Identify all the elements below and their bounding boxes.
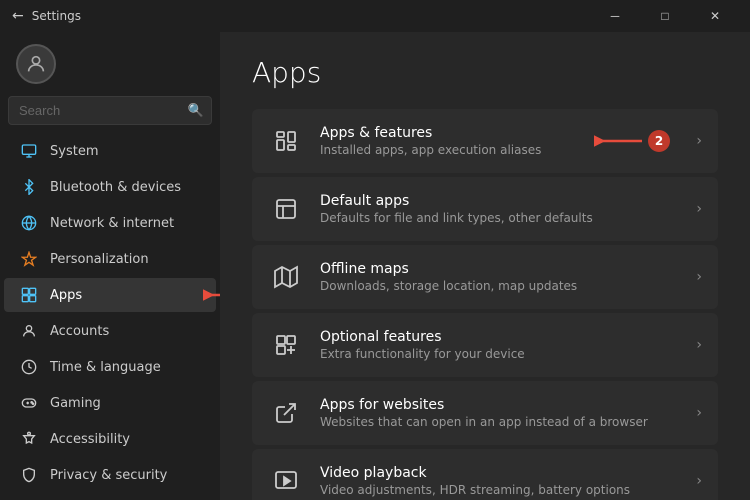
minimize-button[interactable]: ─ <box>592 0 638 32</box>
main-layout: 🔍 System Bluetooth & devices <box>0 32 750 500</box>
sidebar-item-bluetooth-label: Bluetooth & devices <box>50 180 181 195</box>
settings-item-offline-maps[interactable]: Offline maps Downloads, storage location… <box>252 245 718 309</box>
back-icon[interactable]: ← <box>12 8 24 24</box>
apps-features-title: Apps & features <box>320 125 696 141</box>
settings-list: Apps & features Installed apps, app exec… <box>252 109 718 500</box>
sidebar-item-system[interactable]: System <box>4 134 216 168</box>
video-playback-text: Video playback Video adjustments, HDR st… <box>320 465 696 497</box>
apps-features-text: Apps & features Installed apps, app exec… <box>320 125 696 157</box>
sidebar-item-system-label: System <box>50 144 98 159</box>
bluetooth-icon <box>20 178 38 196</box>
sidebar-item-accessibility[interactable]: Accessibility <box>4 422 216 456</box>
sidebar-item-personalization-label: Personalization <box>50 252 149 267</box>
video-playback-icon <box>268 463 304 499</box>
default-apps-desc: Defaults for file and link types, other … <box>320 211 696 225</box>
settings-item-apps-features[interactable]: Apps & features Installed apps, app exec… <box>252 109 718 173</box>
titlebar-controls: ─ □ ✕ <box>592 0 738 32</box>
titlebar: ← Settings ─ □ ✕ <box>0 0 750 32</box>
gaming-icon <box>20 394 38 412</box>
sidebar-item-accounts[interactable]: Accounts <box>4 314 216 348</box>
apps-websites-chevron: › <box>696 405 702 421</box>
default-apps-text: Default apps Defaults for file and link … <box>320 193 696 225</box>
apps-websites-icon <box>268 395 304 431</box>
network-icon <box>20 214 38 232</box>
search-input[interactable] <box>8 96 212 125</box>
system-icon <box>20 142 38 160</box>
settings-item-optional-features[interactable]: Optional features Extra functionality fo… <box>252 313 718 377</box>
apps-websites-title: Apps for websites <box>320 397 696 413</box>
default-apps-title: Default apps <box>320 193 696 209</box>
sidebar-item-time-label: Time & language <box>50 360 161 375</box>
sidebar-item-gaming-label: Gaming <box>50 396 101 411</box>
content-area: Apps Apps & features Instal <box>220 32 750 500</box>
settings-item-apps-websites[interactable]: Apps for websites Websites that can open… <box>252 381 718 445</box>
optional-features-chevron: › <box>696 337 702 353</box>
video-playback-chevron: › <box>696 473 702 489</box>
sidebar-item-update[interactable]: Windows Update <box>4 494 216 500</box>
offline-maps-chevron: › <box>696 269 702 285</box>
maximize-button[interactable]: □ <box>642 0 688 32</box>
sidebar-item-time[interactable]: Time & language <box>4 350 216 384</box>
optional-features-text: Optional features Extra functionality fo… <box>320 329 696 361</box>
video-playback-desc: Video adjustments, HDR streaming, batter… <box>320 483 696 497</box>
sidebar-item-apps-label: Apps <box>50 288 82 303</box>
personalization-icon <box>20 250 38 268</box>
sidebar-item-privacy-label: Privacy & security <box>50 468 167 483</box>
sidebar-item-privacy[interactable]: Privacy & security <box>4 458 216 492</box>
optional-features-icon <box>268 327 304 363</box>
search-box[interactable]: 🔍 <box>8 96 212 125</box>
apps-websites-desc: Websites that can open in an app instead… <box>320 415 696 429</box>
apps-nav-wrapper: Apps 1 <box>0 277 220 313</box>
avatar[interactable] <box>16 44 56 84</box>
apps-websites-text: Apps for websites Websites that can open… <box>320 397 696 429</box>
apps-features-desc: Installed apps, app execution aliases <box>320 143 696 157</box>
optional-features-desc: Extra functionality for your device <box>320 347 696 361</box>
sidebar-item-apps[interactable]: Apps <box>4 278 216 312</box>
titlebar-left: ← Settings <box>12 8 81 24</box>
search-icon: 🔍 <box>188 103 204 118</box>
sidebar-item-accounts-label: Accounts <box>50 324 109 339</box>
sidebar-item-bluetooth[interactable]: Bluetooth & devices <box>4 170 216 204</box>
privacy-icon <box>20 466 38 484</box>
sidebar-item-accessibility-label: Accessibility <box>50 432 130 447</box>
avatar-section <box>0 32 220 92</box>
apps-icon <box>20 286 38 304</box>
offline-maps-title: Offline maps <box>320 261 696 277</box>
sidebar: 🔍 System Bluetooth & devices <box>0 32 220 500</box>
close-button[interactable]: ✕ <box>692 0 738 32</box>
accessibility-icon <box>20 430 38 448</box>
offline-maps-icon <box>268 259 304 295</box>
sidebar-item-gaming[interactable]: Gaming <box>4 386 216 420</box>
settings-item-default-apps[interactable]: Default apps Defaults for file and link … <box>252 177 718 241</box>
page-title: Apps <box>252 56 718 89</box>
offline-maps-text: Offline maps Downloads, storage location… <box>320 261 696 293</box>
titlebar-title: Settings <box>32 9 81 23</box>
sidebar-item-network[interactable]: Network & internet <box>4 206 216 240</box>
default-apps-icon <box>268 191 304 227</box>
offline-maps-desc: Downloads, storage location, map updates <box>320 279 696 293</box>
apps-features-wrapper: Apps & features Installed apps, app exec… <box>252 109 718 173</box>
default-apps-chevron: › <box>696 201 702 217</box>
optional-features-title: Optional features <box>320 329 696 345</box>
sidebar-item-personalization[interactable]: Personalization <box>4 242 216 276</box>
sidebar-item-network-label: Network & internet <box>50 216 174 231</box>
apps-features-icon <box>268 123 304 159</box>
video-playback-title: Video playback <box>320 465 696 481</box>
accounts-icon <box>20 322 38 340</box>
apps-features-chevron: › <box>696 133 702 149</box>
settings-item-video-playback[interactable]: Video playback Video adjustments, HDR st… <box>252 449 718 500</box>
time-icon <box>20 358 38 376</box>
